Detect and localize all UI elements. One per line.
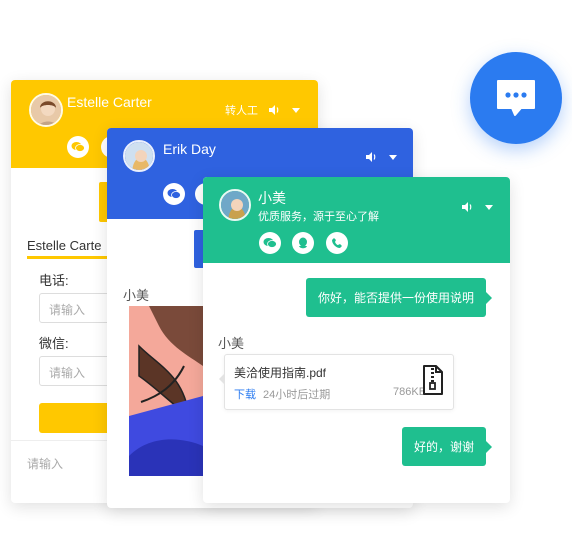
zip-file-icon xyxy=(423,365,443,395)
file-card[interactable]: 美洽使用指南.pdf 下载 24小时后过期 786KB xyxy=(219,354,454,410)
chat-window-xiaomei: 小美 优质服务，源于至心了解 你好，能否提供一份使用说明 小美 美洽使用指南.p… xyxy=(203,177,510,503)
speaker-icon[interactable] xyxy=(365,151,377,163)
sender-label: 小美 xyxy=(123,288,150,303)
avatar xyxy=(219,189,251,221)
chat-launcher-button[interactable] xyxy=(470,52,562,144)
agent-name: 小美 xyxy=(258,190,286,206)
chat-messages: 你好，能否提供一份使用说明 小美 美洽使用指南.pdf 下载 24小时后过期 7… xyxy=(203,263,510,503)
sender-label: 小美 xyxy=(218,336,245,351)
file-expiry: 24小时后过期 xyxy=(263,389,331,401)
phone-icon[interactable] xyxy=(326,232,348,254)
shared-image[interactable] xyxy=(129,306,203,476)
chat-bubble-icon xyxy=(497,80,535,116)
agent-name: Estelle Carter xyxy=(67,94,152,110)
file-name: 美洽使用指南.pdf xyxy=(234,366,327,380)
speaker-icon[interactable] xyxy=(461,201,473,213)
user-message: 你好，能否提供一份使用说明 xyxy=(305,278,493,317)
wechat-icon[interactable] xyxy=(163,183,185,205)
chevron-down-icon[interactable] xyxy=(290,104,302,116)
form-title-underline xyxy=(27,256,117,259)
avatar xyxy=(123,140,155,172)
phone-label: 电话: xyxy=(39,273,69,288)
message-input[interactable]: 请输入 xyxy=(11,440,111,503)
wechat-icon[interactable] xyxy=(67,136,89,158)
header-tools xyxy=(461,201,495,213)
window-header: 小美 优质服务，源于至心了解 xyxy=(203,177,510,263)
speaker-icon[interactable] xyxy=(268,104,280,116)
qq-icon[interactable] xyxy=(292,232,314,254)
transfer-human-button[interactable]: 转人工 xyxy=(225,102,258,118)
chevron-down-icon[interactable] xyxy=(387,151,399,163)
wechat-label: 微信: xyxy=(39,336,69,351)
agent-subtitle: 优质服务，源于至心了解 xyxy=(258,211,379,223)
stage: Estelle Carter 转人工 Estelle Carte 电话: 请输入… xyxy=(0,0,572,560)
form-title: Estelle Carte xyxy=(27,238,102,253)
header-tools: 转人工 xyxy=(225,102,302,118)
agent-name: Erik Day xyxy=(163,141,216,157)
wechat-icon[interactable] xyxy=(259,232,281,254)
chevron-down-icon[interactable] xyxy=(483,201,495,213)
header-tools xyxy=(365,151,399,163)
avatar xyxy=(29,93,63,127)
user-message: 好的，谢谢 xyxy=(401,427,493,466)
download-link[interactable]: 下载 xyxy=(234,386,256,402)
